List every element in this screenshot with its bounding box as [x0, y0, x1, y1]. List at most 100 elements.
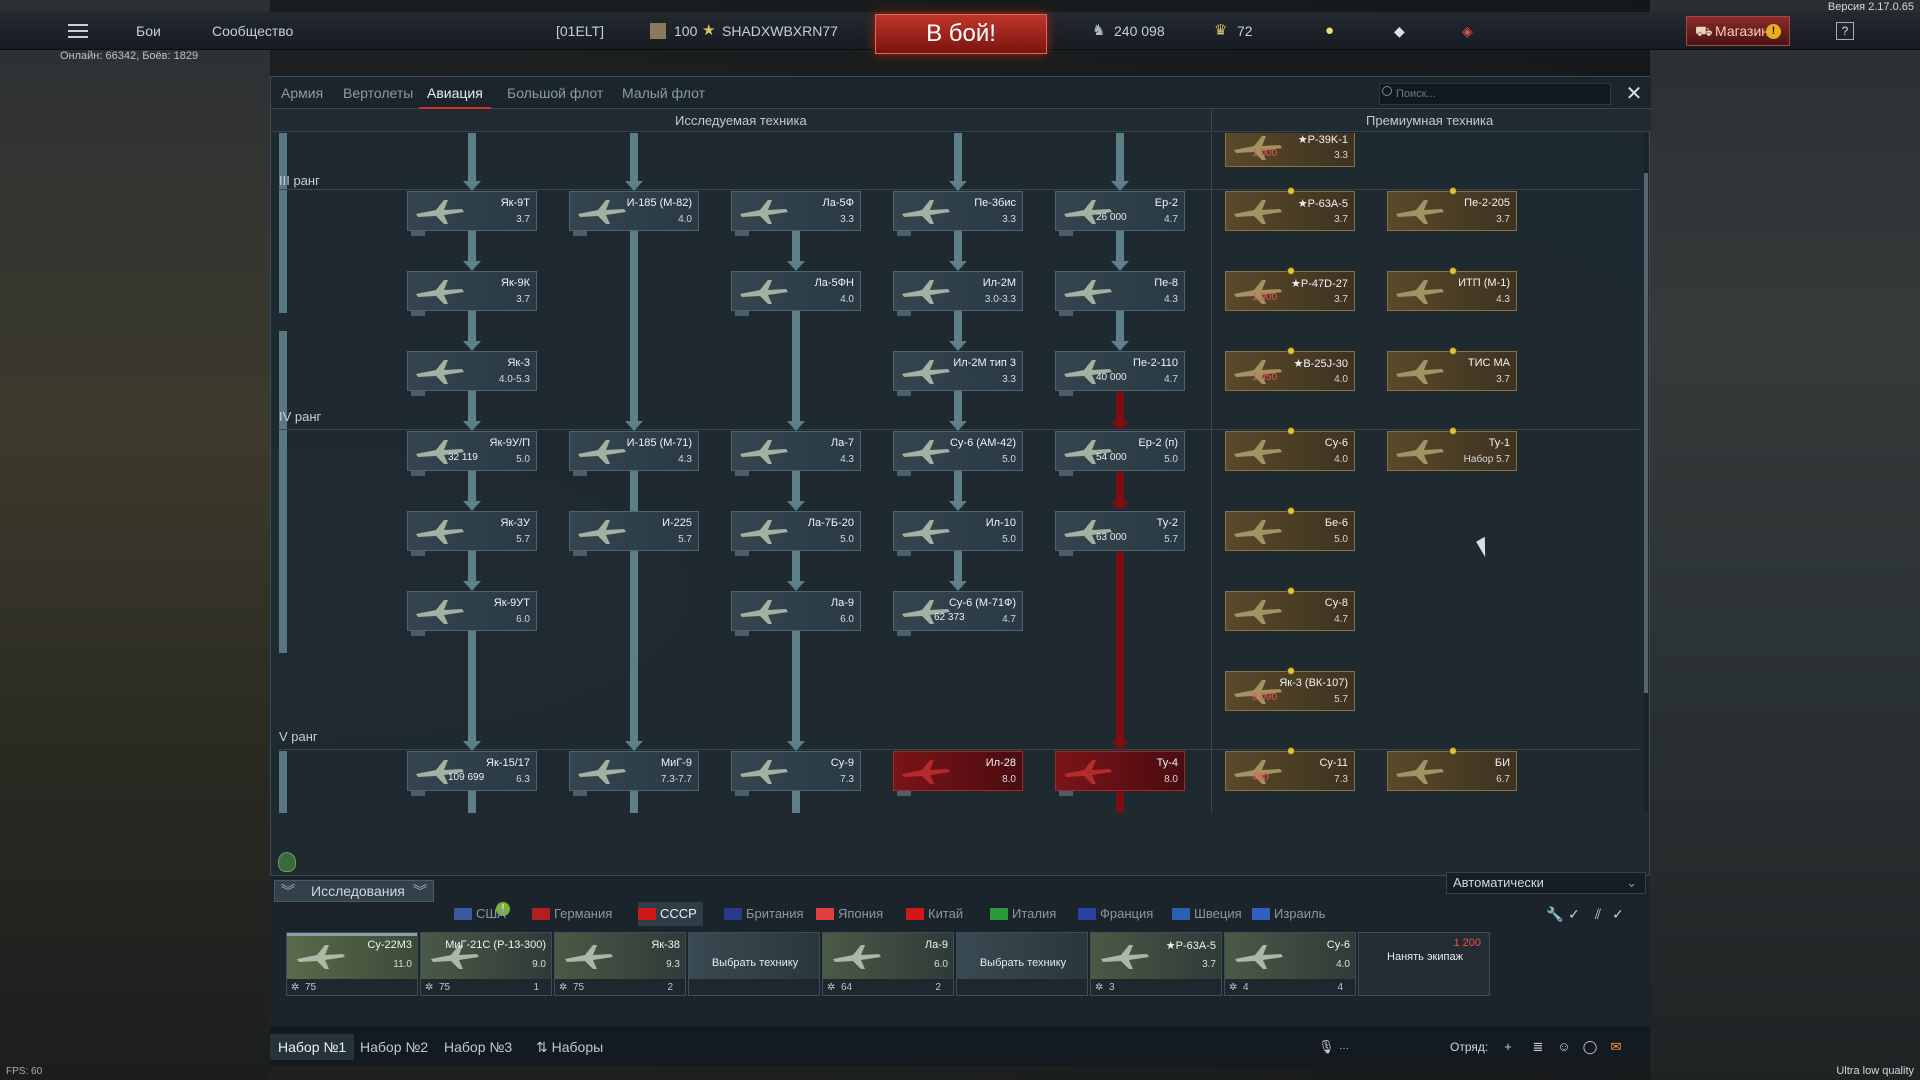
nation-tab[interactable]: Британия: [724, 902, 804, 926]
vehicle-card[interactable]: Ил-28 8.0: [893, 751, 1023, 791]
vehicle-card[interactable]: Як-9УТ 6.0: [407, 591, 537, 631]
vehicle-card[interactable]: ★P-63A-5 3.7: [1225, 191, 1355, 231]
vehicle-card[interactable]: Су-6 (М-71Ф) 4.7 62 373: [893, 591, 1023, 631]
vehicle-card[interactable]: Су-6 4.0: [1225, 431, 1355, 471]
player-avatar[interactable]: [650, 12, 666, 50]
menu-icon[interactable]: [68, 24, 88, 38]
research-tree[interactable]: III ранг IV ранг V ранг ★P-39K-1 3.3 1 000 Як-…: [271, 133, 1646, 813]
preset-1[interactable]: Набор №1: [270, 1034, 355, 1060]
research-mode-select[interactable]: Автоматически ⌄: [1446, 872, 1646, 894]
vehicle-card[interactable]: ТИС МА 3.7: [1387, 351, 1517, 391]
vehicle-card[interactable]: ★P-47D-27 3.7 1 900: [1225, 271, 1355, 311]
tab-bluewater-fleet[interactable]: Большой флот: [507, 77, 603, 109]
to-battle-button[interactable]: В бой!: [875, 14, 1047, 54]
tab-army[interactable]: Армия: [281, 77, 323, 109]
help-button[interactable]: ?: [1836, 22, 1854, 40]
crew-slot[interactable]: Выбрать технику: [956, 932, 1088, 996]
vehicle-card[interactable]: Пе-8 4.3: [1055, 271, 1185, 311]
vehicle-card[interactable]: Ла-5ФН 4.0: [731, 271, 861, 311]
vehicle-card[interactable]: И-185 (М-71) 4.3: [569, 431, 699, 471]
preset-3[interactable]: Набор №3: [436, 1034, 520, 1060]
vehicle-card[interactable]: Як-9К 3.7: [407, 271, 537, 311]
checkmark-icon[interactable]: ✓: [1610, 906, 1626, 922]
coupon-icon[interactable]: ◈: [1462, 12, 1473, 50]
tree-scrollbar[interactable]: [1644, 133, 1648, 813]
vehicle-card[interactable]: Ла-7Б-20 5.0: [731, 511, 861, 551]
vehicle-card[interactable]: МиГ-9 7.3-7.7: [569, 751, 699, 791]
close-icon[interactable]: ✕: [1623, 83, 1645, 105]
wrench-icon[interactable]: 🔧: [1546, 906, 1563, 922]
microphone-icon[interactable]: 🎙: [1318, 1040, 1335, 1054]
crew-slot[interactable]: Су-22М3 11.0 ✲ 75: [286, 932, 418, 996]
vehicle-card[interactable]: ★P-39K-1 3.3 1 000: [1225, 133, 1355, 167]
vehicle-card[interactable]: Як-3 (ВК-107) 5.7 6 090: [1225, 671, 1355, 711]
nation-tab[interactable]: Израиль: [1252, 902, 1325, 926]
mail-icon[interactable]: ✉: [1608, 1040, 1624, 1054]
checkmark-icon[interactable]: ✓: [1566, 906, 1582, 922]
vehicle-card[interactable]: Ил-10 5.0: [893, 511, 1023, 551]
crew-slot[interactable]: МиГ-21С (P-13-300) 9.0 ✲ 75 1: [420, 932, 552, 996]
lightbulb-icon[interactable]: ●: [1325, 12, 1334, 50]
community-menu[interactable]: Сообщество: [212, 12, 293, 50]
crew-slot[interactable]: Як-38 9.3 ✲ 75 2: [554, 932, 686, 996]
ammo-icon[interactable]: ⫽: [1590, 906, 1606, 922]
vehicle-card[interactable]: Ла-7 4.3: [731, 431, 861, 471]
nation-tab[interactable]: Италия: [990, 902, 1056, 926]
tab-aviation[interactable]: Авиация: [419, 77, 491, 109]
vehicle-card[interactable]: Су-11 7.3 480: [1225, 751, 1355, 791]
add-squad-member-icon[interactable]: +: [1500, 1040, 1516, 1054]
search-input[interactable]: [1379, 83, 1611, 105]
vehicle-card[interactable]: БИ 6.7: [1387, 751, 1517, 791]
presets-button[interactable]: ⇅ Наборы: [528, 1034, 611, 1060]
nation-tab[interactable]: Франция: [1078, 902, 1153, 926]
vehicle-card[interactable]: И-225 5.7: [569, 511, 699, 551]
nation-tab[interactable]: Китай: [906, 902, 963, 926]
friends-icon[interactable]: ☺: [1556, 1040, 1572, 1054]
vehicle-card[interactable]: Су-8 4.7: [1225, 591, 1355, 631]
vehicle-card[interactable]: Ил-2М тип 3 3.3: [893, 351, 1023, 391]
vehicle-card[interactable]: Су-6 (АМ-42) 5.0: [893, 431, 1023, 471]
tab-coastal-fleet[interactable]: Малый флот: [622, 77, 705, 109]
vehicle-card[interactable]: Як-3 4.0-5.3: [407, 351, 537, 391]
nation-tab[interactable]: СССР: [638, 902, 703, 926]
battles-menu[interactable]: Бои: [136, 12, 161, 50]
crew-slot[interactable]: Выбрать технику: [688, 932, 820, 996]
tab-helicopters[interactable]: Вертолеты: [343, 77, 413, 109]
clan-tag[interactable]: [01ELT]: [556, 12, 604, 50]
vehicle-card[interactable]: Ер-2 4.7 26 000: [1055, 191, 1185, 231]
crew-slot[interactable]: 1 200 Нанять экипаж: [1358, 932, 1490, 996]
vehicle-card[interactable]: И-185 (М-82) 4.0: [569, 191, 699, 231]
vehicle-card[interactable]: Ла-9 6.0: [731, 591, 861, 631]
crew-slot[interactable]: Су-6 4.0 ✲ 4 4: [1224, 932, 1356, 996]
player-name[interactable]: SHADXWBXRN77: [722, 12, 838, 50]
list-icon[interactable]: ≣: [1530, 1040, 1546, 1054]
vehicle-card[interactable]: Ла-5Ф 3.3: [731, 191, 861, 231]
nation-tab[interactable]: США: [454, 902, 506, 926]
vehicle-card[interactable]: ИТП (М-1) 4.3: [1387, 271, 1517, 311]
vehicle-card[interactable]: Су-9 7.3: [731, 751, 861, 791]
vehicle-card[interactable]: Пе-3бис 3.3: [893, 191, 1023, 231]
vehicle-card[interactable]: Як-9У/П 5.0 32 119: [407, 431, 537, 471]
warbonds-icon[interactable]: ◆: [1394, 12, 1405, 50]
crew-slot[interactable]: ★P-63A-5 3.7 ✲ 3: [1090, 932, 1222, 996]
nation-tab[interactable]: Германия: [532, 902, 612, 926]
vehicle-card[interactable]: ★B-25J-30 4.0 1 450: [1225, 351, 1355, 391]
vehicle-card[interactable]: Бе-6 5.0: [1225, 511, 1355, 551]
shop-button[interactable]: ⛟ Магазин !: [1686, 16, 1790, 46]
vehicle-card[interactable]: Як-15/17 6.3 109 699: [407, 751, 537, 791]
vehicle-card[interactable]: Як-9Т 3.7: [407, 191, 537, 231]
vehicle-card[interactable]: Пе-2-110 4.7 40 000: [1055, 351, 1185, 391]
vehicle-card[interactable]: Як-3У 5.7: [407, 511, 537, 551]
vehicle-card[interactable]: Ер-2 (п) 5.0 54 000: [1055, 431, 1185, 471]
vehicle-card[interactable]: Пе-2-205 3.7: [1387, 191, 1517, 231]
chat-icon[interactable]: ◯: [1582, 1040, 1598, 1054]
nation-tab[interactable]: Япония: [816, 902, 883, 926]
vehicle-card[interactable]: Ту-2 5.7 63 000: [1055, 511, 1185, 551]
research-toggle[interactable]: ︾ Исследования ︾: [274, 880, 434, 902]
preset-2[interactable]: Набор №2: [352, 1034, 436, 1060]
shield-icon[interactable]: [278, 852, 296, 872]
vehicle-card[interactable]: Ил-2М 3.0-3.3: [893, 271, 1023, 311]
vehicle-card[interactable]: Ту-4 8.0: [1055, 751, 1185, 791]
nation-tab[interactable]: Швеция: [1172, 902, 1242, 926]
crew-slot[interactable]: Ла-9 6.0 ✲ 64 2: [822, 932, 954, 996]
